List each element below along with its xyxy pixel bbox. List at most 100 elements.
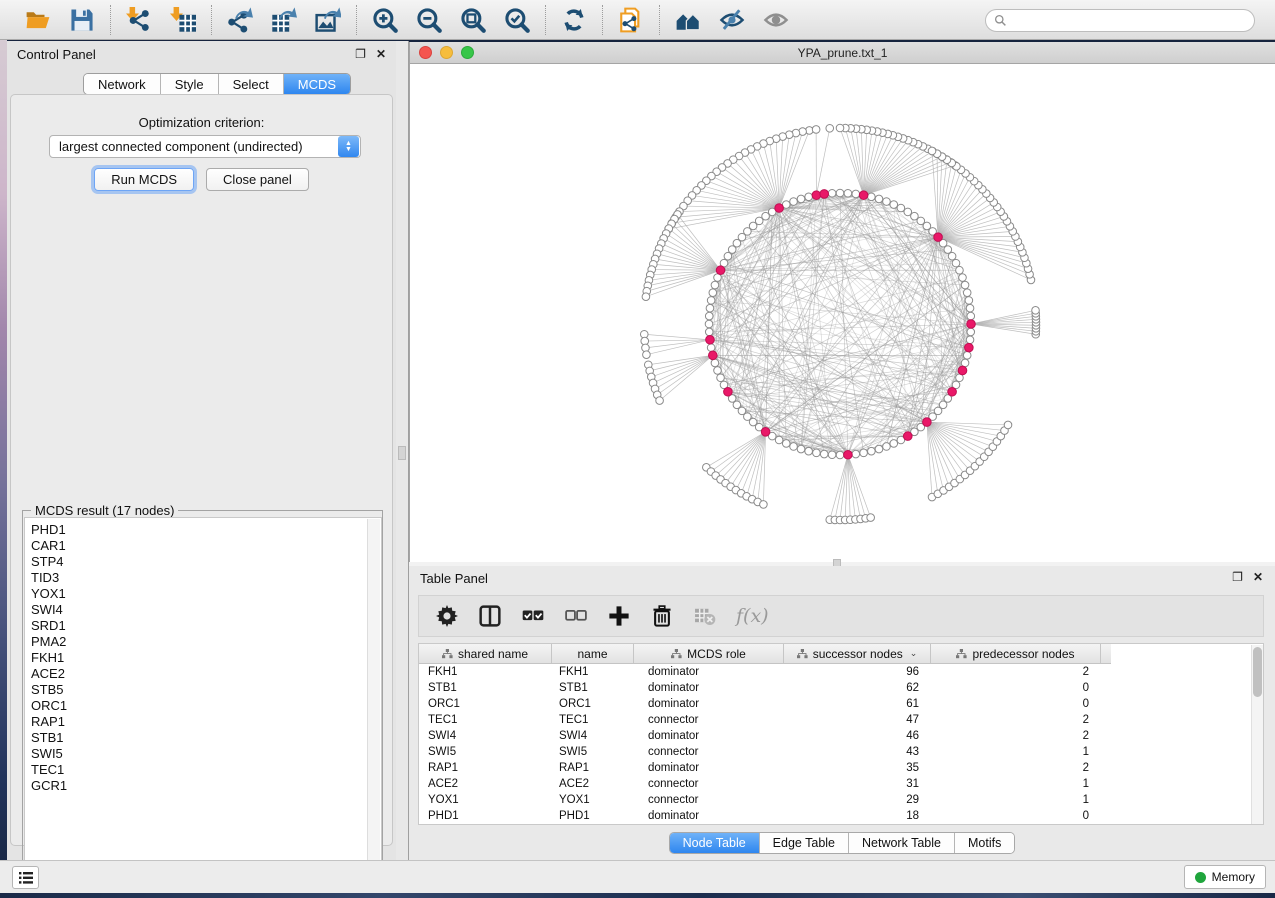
network-canvas[interactable] <box>409 64 1275 562</box>
save-session-icon[interactable] <box>68 6 96 34</box>
mcds-result-item[interactable]: RAP1 <box>31 714 381 730</box>
export-table-icon[interactable] <box>270 6 298 34</box>
table-row[interactable]: TEC1TEC1connector472 <box>419 712 1251 728</box>
mcds-list-scrollbar[interactable] <box>367 519 380 879</box>
column-header-predecessor-nodes[interactable]: predecessor nodes <box>931 644 1101 663</box>
apply-layout-icon[interactable] <box>560 6 588 34</box>
close-panel-icon[interactable]: ✕ <box>1253 570 1263 584</box>
close-panel-icon[interactable]: ✕ <box>376 47 386 61</box>
splitter-grip[interactable] <box>398 446 406 460</box>
open-file-icon[interactable] <box>24 6 52 34</box>
table-cell: 29 <box>784 792 931 808</box>
task-history-button[interactable] <box>12 866 39 889</box>
search-icon <box>994 14 1007 27</box>
zoom-out-icon[interactable] <box>415 6 443 34</box>
column-header-shared-name[interactable]: shared name <box>419 644 552 663</box>
table-row[interactable]: STB1STB1dominator620 <box>419 680 1251 696</box>
mcds-result-groupbox: MCDS result (17 nodes) PHD1CAR1STP4TID3Y… <box>22 510 383 880</box>
mcds-result-item[interactable]: SWI5 <box>31 746 381 762</box>
mcds-result-item[interactable]: STP4 <box>31 554 381 570</box>
criterion-dropdown[interactable]: largest connected component (undirected)… <box>49 135 361 158</box>
settings-icon[interactable] <box>435 604 459 628</box>
column-header-name[interactable]: name <box>552 644 634 663</box>
mcds-result-item[interactable]: STB1 <box>31 730 381 746</box>
export-network-icon[interactable] <box>226 6 254 34</box>
tab-style[interactable]: Style <box>161 74 219 94</box>
deselect-all-icon[interactable] <box>564 604 588 628</box>
mcds-result-item[interactable]: ACE2 <box>31 666 381 682</box>
zoom-fit-icon[interactable] <box>459 6 487 34</box>
run-mcds-button[interactable]: Run MCDS <box>94 168 194 191</box>
vertical-splitter[interactable] <box>396 41 409 860</box>
minimize-window-icon[interactable] <box>440 46 453 59</box>
mcds-result-item[interactable]: STB5 <box>31 682 381 698</box>
table-row[interactable]: SWI4SWI4dominator462 <box>419 728 1251 744</box>
select-all-icon[interactable] <box>521 604 545 628</box>
eye-icon[interactable] <box>762 6 790 34</box>
table-scrollbar[interactable] <box>1251 645 1263 824</box>
column-header-successor-nodes[interactable]: successor nodes⌄ <box>784 644 931 663</box>
mcds-result-item[interactable]: CAR1 <box>31 538 381 554</box>
tab-select[interactable]: Select <box>219 74 284 94</box>
table-cell: 61 <box>784 696 931 712</box>
table-cell: connector <box>634 744 784 760</box>
close-window-icon[interactable] <box>419 46 432 59</box>
import-table-icon[interactable] <box>169 6 197 34</box>
eye-slash-icon[interactable] <box>718 6 746 34</box>
search-box[interactable] <box>985 9 1255 32</box>
table-row[interactable]: FKH1FKH1dominator962 <box>419 664 1251 680</box>
table-row[interactable]: RAP1RAP1dominator352 <box>419 760 1251 776</box>
zoom-selected-icon[interactable] <box>503 6 531 34</box>
table-panel-title: Table Panel <box>420 571 488 586</box>
mcds-result-item[interactable]: SRD1 <box>31 618 381 634</box>
tab-motifs[interactable]: Motifs <box>955 833 1014 853</box>
column-header-MCDS-role[interactable]: MCDS role <box>634 644 784 663</box>
mcds-result-list[interactable]: PHD1CAR1STP4TID3YOX1SWI4SRD1PMA2FKH1ACE2… <box>24 517 382 879</box>
table-cell: dominator <box>634 664 784 680</box>
optimization-criterion-label: Optimization criterion: <box>11 115 392 130</box>
close-panel-button[interactable]: Close panel <box>206 168 309 191</box>
table-row[interactable]: ORC1ORC1dominator610 <box>419 696 1251 712</box>
mcds-result-item[interactable]: SWI4 <box>31 602 381 618</box>
table-row[interactable]: SWI5SWI5connector431 <box>419 744 1251 760</box>
tab-network-table[interactable]: Network Table <box>849 833 955 853</box>
scrollbar-thumb[interactable] <box>1253 647 1262 697</box>
tab-mcds[interactable]: MCDS <box>284 74 350 94</box>
add-icon[interactable] <box>607 604 631 628</box>
table-cell: FKH1 <box>552 664 634 680</box>
table-row[interactable]: YOX1YOX1connector291 <box>419 792 1251 808</box>
mcds-result-item[interactable]: TEC1 <box>31 762 381 778</box>
table-cell: STB1 <box>419 680 552 696</box>
homes-icon[interactable] <box>674 6 702 34</box>
tab-network[interactable]: Network <box>84 74 161 94</box>
mcds-result-item[interactable]: TID3 <box>31 570 381 586</box>
search-input[interactable] <box>1007 11 1254 30</box>
table-row[interactable]: ACE2ACE2connector311 <box>419 776 1251 792</box>
memory-button[interactable]: Memory <box>1184 865 1266 889</box>
tab-node-table[interactable]: Node Table <box>670 833 760 853</box>
mcds-result-item[interactable]: FKH1 <box>31 650 381 666</box>
zoom-in-icon[interactable] <box>371 6 399 34</box>
table-cell: 2 <box>931 760 1101 776</box>
table-cell: RAP1 <box>419 760 552 776</box>
mcds-result-item[interactable]: PHD1 <box>31 522 381 538</box>
import-network-icon[interactable] <box>125 6 153 34</box>
mcds-result-item[interactable]: ORC1 <box>31 698 381 714</box>
table-cell: PHD1 <box>419 808 552 824</box>
float-panel-icon[interactable]: ❐ <box>355 47 366 61</box>
delete-icon[interactable] <box>650 604 674 628</box>
clone-network-icon[interactable] <box>617 6 645 34</box>
mcds-tab-content: Optimization criterion: largest connecte… <box>10 94 393 846</box>
columns-icon[interactable] <box>478 604 502 628</box>
mcds-result-item[interactable]: PMA2 <box>31 634 381 650</box>
network-window-titlebar[interactable]: YPA_prune.txt_1 <box>409 42 1275 64</box>
mcds-result-item[interactable]: YOX1 <box>31 586 381 602</box>
export-image-icon[interactable] <box>314 6 342 34</box>
network-graph[interactable] <box>410 64 1275 561</box>
table-row[interactable]: PHD1PHD1dominator180 <box>419 808 1251 824</box>
maximize-window-icon[interactable] <box>461 46 474 59</box>
float-panel-icon[interactable]: ❐ <box>1232 570 1243 584</box>
mcds-result-item[interactable]: GCR1 <box>31 778 381 794</box>
tab-edge-table[interactable]: Edge Table <box>760 833 849 853</box>
table-cell: TEC1 <box>419 712 552 728</box>
